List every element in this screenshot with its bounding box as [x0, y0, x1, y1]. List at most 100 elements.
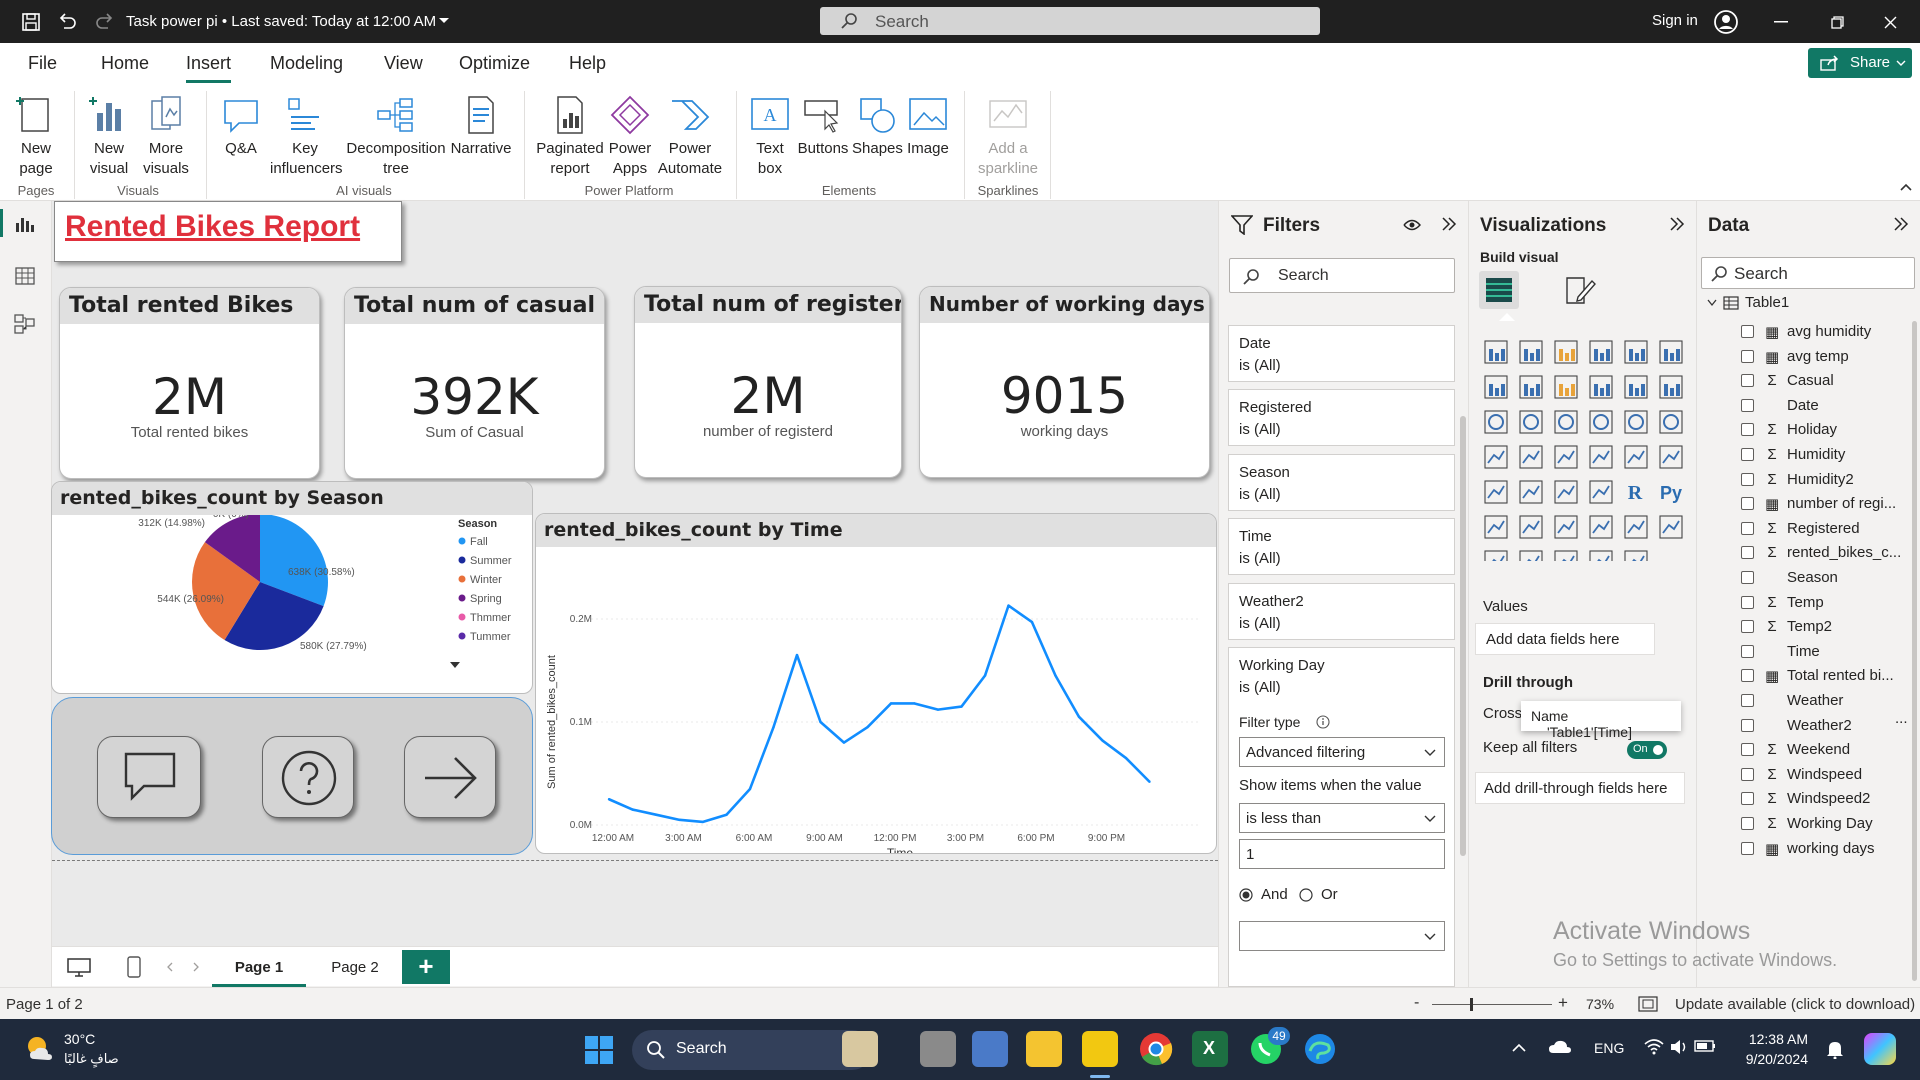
line-point[interactable] [772, 725, 775, 729]
chevron-down-icon[interactable] [438, 17, 450, 25]
visual-type-icon-6[interactable] [1659, 340, 1683, 364]
desktop-layout-icon[interactable] [66, 957, 92, 977]
next-page-button[interactable] [404, 736, 496, 818]
visual-type-icon-40[interactable] [1589, 550, 1613, 561]
sign-in-link[interactable]: Sign in [1652, 12, 1698, 29]
field-checkbox[interactable] [1741, 718, 1754, 732]
keep-all-filters-toggle[interactable]: On [1627, 741, 1667, 759]
field-checkbox[interactable] [1741, 349, 1754, 363]
field-checkbox[interactable] [1741, 644, 1754, 658]
visual-type-icon-12[interactable] [1659, 375, 1683, 399]
visual-type-icon-21[interactable] [1554, 445, 1578, 469]
visual-type-icon-26[interactable] [1519, 480, 1543, 504]
kpi-card-registered[interactable]: Total num of registerd 2M number of regi… [634, 286, 902, 478]
zoom-slider-thumb[interactable] [1470, 998, 1473, 1011]
copilot-icon[interactable] [1864, 1033, 1896, 1065]
taskbar-search-box[interactable]: Search [632, 1030, 872, 1070]
notification-bell-icon[interactable] [1826, 1039, 1844, 1059]
paginated-report-button[interactable]: Paginated report [534, 93, 606, 179]
field-more-options[interactable]: ... [1895, 710, 1908, 727]
visual-type-icon-7[interactable] [1484, 375, 1508, 399]
line-point[interactable] [607, 798, 611, 801]
drill-through-drop-zone[interactable]: Add drill-through fields here [1475, 772, 1685, 804]
power-bi-icon[interactable] [1082, 1031, 1118, 1067]
visual-type-icon-39[interactable] [1554, 550, 1578, 561]
visual-type-icon-16[interactable] [1589, 410, 1613, 434]
visual-type-icon-17[interactable] [1624, 410, 1648, 434]
visual-type-icon-37[interactable] [1484, 550, 1508, 561]
chevron-up-icon[interactable] [1512, 1043, 1526, 1053]
data-scrollbar[interactable] [1912, 321, 1917, 981]
field-checkbox[interactable] [1741, 546, 1754, 560]
visual-type-icon-4[interactable] [1589, 340, 1613, 364]
legend-item-summer[interactable]: Summer [470, 555, 512, 567]
field-checkbox[interactable] [1741, 743, 1754, 757]
legend-item-winter[interactable]: Winter [470, 574, 502, 586]
visual-type-icon-31[interactable] [1484, 515, 1508, 539]
legend-scroll-down[interactable] [450, 662, 460, 668]
kpi-card-working-days[interactable]: Number of working days 9015 working days [919, 286, 1210, 478]
filter-card-time[interactable]: Time is (All) [1228, 518, 1455, 575]
update-available-link[interactable]: Update available (click to download) [1675, 996, 1915, 1013]
line-point[interactable] [678, 818, 681, 822]
field-checkbox[interactable] [1741, 398, 1754, 412]
line-point[interactable] [1077, 715, 1081, 719]
collapse-filters-icon[interactable] [1441, 216, 1457, 232]
format-visual-icon[interactable] [1564, 275, 1596, 305]
filter-type-dropdown[interactable]: Advanced filtering [1239, 737, 1445, 767]
restore-icon[interactable] [1831, 16, 1844, 29]
filters-search-input[interactable]: Search [1229, 258, 1455, 293]
filter-card-registered[interactable]: Registered is (All) [1228, 389, 1455, 446]
visual-type-icon-19[interactable] [1484, 445, 1508, 469]
visual-type-icon-20[interactable] [1519, 445, 1543, 469]
visual-type-icon-42[interactable]: ... [1663, 552, 1676, 561]
visual-type-icon-35[interactable] [1624, 515, 1648, 539]
field-checkbox[interactable] [1741, 472, 1754, 486]
field-checkbox[interactable] [1741, 767, 1754, 781]
visual-type-icon-5[interactable] [1624, 340, 1648, 364]
add-page-button[interactable]: + [402, 950, 450, 984]
visual-type-icon-1[interactable] [1484, 340, 1508, 364]
file-explorer-icon[interactable] [1026, 1031, 1062, 1067]
tab-view[interactable]: View [384, 53, 423, 74]
table-view-icon[interactable] [15, 267, 35, 285]
more-visuals-button[interactable]: More visuals [140, 93, 192, 179]
line-point[interactable] [889, 702, 893, 705]
zoom-in-button[interactable]: + [1558, 993, 1568, 1013]
save-icon[interactable] [20, 11, 42, 33]
field-checkbox[interactable] [1741, 841, 1754, 855]
battery-icon[interactable] [1694, 1039, 1716, 1053]
visual-type-icon-27[interactable] [1554, 480, 1578, 504]
share-button[interactable]: Share [1808, 48, 1912, 78]
field-checkbox[interactable] [1741, 817, 1754, 830]
line-point[interactable] [1030, 620, 1034, 624]
visual-type-icon-11[interactable] [1624, 375, 1648, 399]
chrome-icon[interactable] [1138, 1031, 1174, 1067]
excel-icon[interactable]: X [1192, 1031, 1228, 1067]
text-box-button[interactable]: A Text box [746, 93, 794, 179]
field-checkbox[interactable] [1741, 521, 1754, 535]
values-drop-zone[interactable]: Add data fields here [1475, 623, 1655, 655]
clock-date[interactable]: 9/20/2024 [1730, 1051, 1808, 1067]
visual-type-icon-2[interactable] [1519, 340, 1543, 364]
global-search-input[interactable]: Search [820, 7, 1320, 35]
visual-type-icon-36[interactable] [1659, 515, 1683, 539]
field-checkbox[interactable] [1741, 792, 1754, 806]
document-title[interactable]: Task power pi • Last saved: Today at 12:… [126, 13, 436, 30]
language-indicator[interactable]: ENG [1594, 1040, 1624, 1056]
page-tab-1[interactable]: Page 1 [212, 947, 306, 987]
line-point[interactable] [631, 808, 634, 811]
windows-start-icon[interactable] [584, 1035, 614, 1065]
line-point[interactable] [795, 653, 799, 657]
collapse-data-icon[interactable] [1893, 216, 1909, 232]
tab-home[interactable]: Home [101, 53, 149, 74]
visual-type-icon-10[interactable] [1589, 375, 1613, 399]
qa-button[interactable]: Q&A [216, 93, 266, 159]
visual-type-icon-14[interactable] [1519, 410, 1543, 434]
scroll-right-icon[interactable] [192, 962, 200, 972]
kpi-card-total-rented[interactable]: Total rented Bikes 2M Total rented bikes [59, 287, 320, 479]
line-point[interactable] [819, 720, 822, 724]
visual-type-icon-24[interactable] [1659, 445, 1683, 469]
new-page-button[interactable]: New page [8, 93, 64, 179]
line-point[interactable] [842, 741, 846, 744]
